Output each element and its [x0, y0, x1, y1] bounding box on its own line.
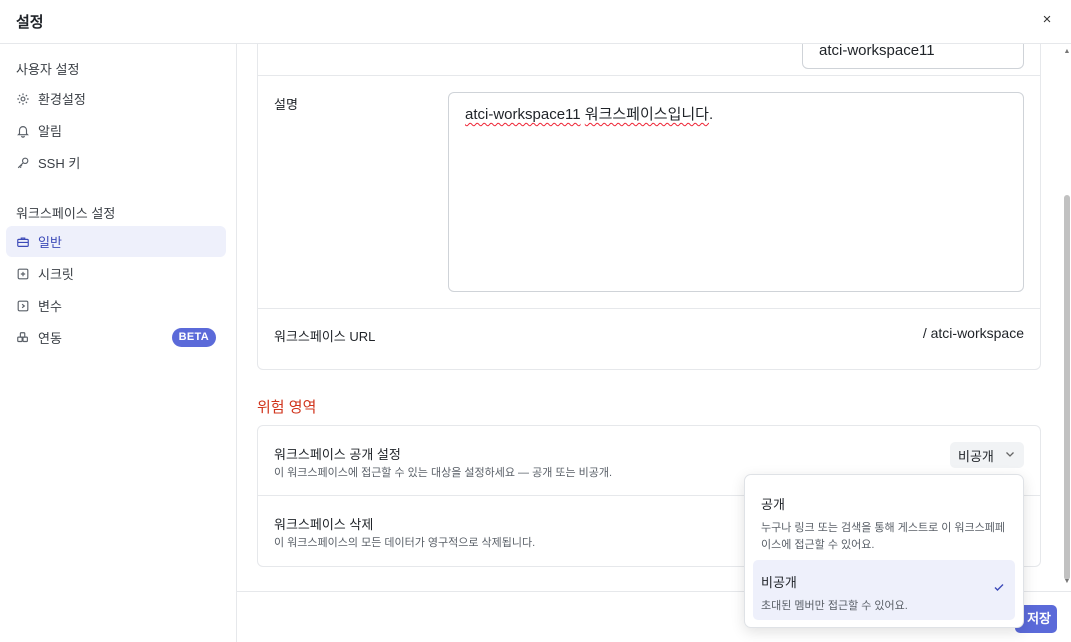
- workspace-url-value: / atci-workspace: [922, 325, 1024, 341]
- option-description: 이스에 접근할 수 있어요.: [761, 539, 875, 551]
- close-icon[interactable]: ×: [1037, 10, 1057, 30]
- sidebar-item-general[interactable]: 일반: [6, 226, 226, 257]
- visibility-option-public[interactable]: 공개 누구나 링크 또는 검색을 통해 게스트로 이 워크스페페 이스에 접근할…: [753, 482, 1015, 566]
- variable-icon: [16, 299, 30, 313]
- sidebar-item-label: 변수: [38, 299, 62, 314]
- sidebar-item-variables[interactable]: 변수: [6, 290, 226, 321]
- chevron-down-icon: [1004, 448, 1016, 460]
- visibility-label: 워크스페이스 공개 설정: [274, 447, 401, 462]
- description-word: 워크스페이스입니다: [584, 106, 709, 123]
- sidebar-item-label: 일반: [38, 235, 62, 250]
- scroll-up-arrow-icon[interactable]: ▲: [1063, 48, 1071, 56]
- integration-icon: [16, 331, 30, 345]
- secret-icon: [16, 267, 30, 281]
- bell-icon: [16, 124, 30, 138]
- workspace-info-card: atci-workspace11 설명 atci-workspace11 워크스…: [257, 44, 1041, 370]
- description-textarea[interactable]: atci-workspace11 워크스페이스입니다.: [448, 92, 1024, 292]
- sidebar-section-workspace: 워크스페이스 설정: [16, 206, 116, 221]
- sidebar-item-label: 알림: [38, 124, 62, 139]
- scrollbar-thumb[interactable]: [1064, 195, 1070, 580]
- sidebar-item-notifications[interactable]: 알림: [6, 115, 226, 146]
- delete-workspace-label: 워크스페이스 삭제: [274, 517, 374, 532]
- sidebar-item-preferences[interactable]: 환경설정: [6, 83, 226, 114]
- visibility-select[interactable]: 비공개: [950, 442, 1024, 468]
- sidebar-item-label: SSH 키: [38, 156, 81, 171]
- settings-sidebar: 사용자 설정 환경설정 알림 SSH 키 워크스페이스 설정 일반 시크릿 변수…: [0, 44, 237, 642]
- option-title: 공개: [761, 497, 785, 512]
- sidebar-item-ssh-keys[interactable]: SSH 키: [6, 147, 226, 178]
- description-end: .: [708, 106, 714, 123]
- sidebar-item-secrets[interactable]: 시크릿: [6, 258, 226, 289]
- workspace-url-label: 워크스페이스 URL: [274, 329, 376, 344]
- option-title: 비공개: [761, 575, 797, 590]
- scroll-down-arrow-icon[interactable]: ▼: [1063, 578, 1071, 586]
- description-label: 설명: [274, 97, 298, 112]
- gear-icon: [16, 92, 30, 106]
- sidebar-item-label: 연동: [38, 331, 62, 346]
- option-description: 누구나 링크 또는 검색을 통해 게스트로 이 워크스페페: [761, 522, 1006, 534]
- briefcase-icon: [16, 235, 30, 249]
- beta-badge: BETA: [171, 328, 216, 347]
- workspace-name-input[interactable]: atci-workspace11: [802, 44, 1024, 69]
- option-description: 초대된 멤버만 접근할 수 있어요.: [761, 600, 908, 612]
- sidebar-item-label: 환경설정: [38, 92, 86, 107]
- divider: [258, 75, 1040, 76]
- sidebar-item-integrations[interactable]: 연동 BETA: [6, 322, 226, 353]
- dialog-title: 설정: [16, 14, 44, 31]
- delete-workspace-description: 이 워크스페이스의 모든 데이터가 영구적으로 삭제됩니다.: [274, 537, 536, 549]
- visibility-selected-value: 비공개: [958, 448, 994, 464]
- sidebar-section-user: 사용자 설정: [16, 62, 80, 77]
- visibility-option-private[interactable]: 비공개 초대된 멤버만 접근할 수 있어요.: [753, 560, 1015, 620]
- dialog-header: 설정 ×: [0, 0, 1071, 44]
- visibility-description: 이 워크스페이스에 접근할 수 있는 대상을 설정하세요 — 공개 또는 비공개…: [274, 467, 613, 479]
- description-word: atci-workspace11: [465, 106, 581, 123]
- key-icon: [16, 156, 30, 170]
- sidebar-item-label: 시크릿: [38, 267, 74, 282]
- visibility-dropdown-menu: 공개 누구나 링크 또는 검색을 통해 게스트로 이 워크스페페 이스에 접근할…: [744, 474, 1024, 628]
- divider: [258, 308, 1040, 309]
- danger-zone-title: 위험 영역: [257, 399, 317, 416]
- check-icon: [993, 580, 1005, 592]
